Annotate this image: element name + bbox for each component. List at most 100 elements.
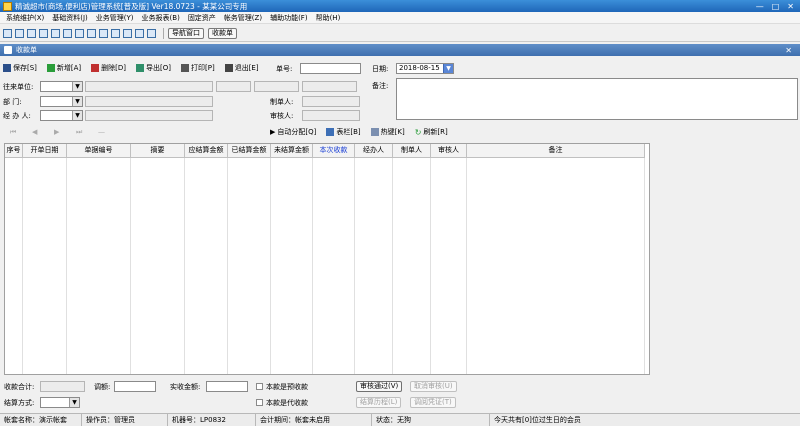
grid-header-6[interactable]: 未结算金额 xyxy=(271,144,313,158)
window-controls: — □ ✕ xyxy=(756,2,800,11)
reviewer-field xyxy=(302,110,360,121)
grid-header-8[interactable]: 经办人 xyxy=(355,144,393,158)
user-icon[interactable] xyxy=(63,28,72,38)
save-button[interactable]: 保存[S] xyxy=(3,63,37,73)
menu-reports[interactable]: 业务报表(B) xyxy=(138,13,184,23)
dropdown-icon[interactable]: ▼ xyxy=(443,64,453,73)
handler-select[interactable]: ▼ xyxy=(40,110,83,121)
grid-header-5[interactable]: 已结算金额 xyxy=(228,144,271,158)
maximize-button[interactable]: □ xyxy=(772,2,780,11)
partner-select[interactable]: ▼ xyxy=(40,81,83,92)
help-icon[interactable] xyxy=(135,28,144,38)
actual-input[interactable] xyxy=(206,381,248,392)
calc-icon[interactable] xyxy=(123,28,132,38)
receipt-button[interactable]: 收款单 xyxy=(208,27,237,39)
main-toolbar: 导航窗口 收款单 xyxy=(0,25,800,42)
menu-system[interactable]: 系统维护(X) xyxy=(2,13,48,23)
status-state: 状态：无狗 xyxy=(372,413,490,426)
dropdown-icon[interactable]: ▼ xyxy=(69,398,79,407)
grid-header-11[interactable]: 备注 xyxy=(467,144,645,158)
list-icon[interactable] xyxy=(27,28,36,38)
export-button[interactable]: 导出[O] xyxy=(136,63,171,73)
next-record-icon[interactable]: ▶ xyxy=(54,128,66,136)
exit-button[interactable]: 退出[E] xyxy=(224,63,259,73)
grid-header-4[interactable]: 应结算金额 xyxy=(185,144,228,158)
dropdown-icon[interactable]: ▼ xyxy=(72,82,82,91)
last-record-icon[interactable]: ⏭ xyxy=(76,128,88,137)
new-record-icon[interactable]: — xyxy=(98,128,110,136)
handler-label: 经 办 人: xyxy=(3,112,31,120)
menu-bar: 系统维护(X) 基础资料(J) 业务管理(Y) 业务报表(B) 固定资产 帐务管… xyxy=(0,12,800,24)
settle-select[interactable]: ▼ xyxy=(40,397,80,408)
prepay-label: 本款是预收款 xyxy=(266,383,308,391)
add-button[interactable]: 新增[A] xyxy=(46,63,81,73)
grid-header-3[interactable]: 摘要 xyxy=(131,144,185,158)
people-icon[interactable] xyxy=(75,28,84,38)
columns-button[interactable]: 表栏[B] xyxy=(326,127,361,137)
cart-icon[interactable] xyxy=(51,28,60,38)
dropdown-icon[interactable]: ▼ xyxy=(72,97,82,106)
reviewer-label: 审核人: xyxy=(270,112,294,120)
receipt-grid[interactable]: 序号 开单日期 单据编号 摘要 应结算金额 已结算金额 未结算金额 本次收款 经办人 制单人 审核人… xyxy=(4,143,650,375)
receipt-close-button[interactable]: ✕ xyxy=(785,46,800,55)
document-icon[interactable] xyxy=(39,28,48,38)
grid-header-9[interactable]: 制单人 xyxy=(393,144,431,158)
delete-icon xyxy=(91,64,100,72)
menu-basic-data[interactable]: 基础资料(J) xyxy=(48,13,92,23)
play-icon: ▶ xyxy=(270,128,276,136)
box-icon[interactable] xyxy=(99,28,108,38)
close-button[interactable]: ✕ xyxy=(787,2,794,11)
grid-header-2[interactable]: 单据编号 xyxy=(67,144,131,158)
record-nav-bar: ⏮ ◀ ▶ ⏭ — ▶ 自动分配[Q] 表栏[B] 热键[K] ↻ 刷新[R] xyxy=(0,125,800,139)
nav-window-button[interactable]: 导航窗口 xyxy=(168,27,204,39)
keyboard-icon xyxy=(370,128,379,136)
dropdown-icon[interactable]: ▼ xyxy=(72,111,82,120)
adjust-input[interactable] xyxy=(114,381,156,392)
date-label: 日期: xyxy=(372,65,389,73)
settle-history-button[interactable]: 结算历程(L) xyxy=(356,397,402,408)
grid-header-10[interactable]: 审核人 xyxy=(431,144,467,158)
adjust-voucher-button[interactable]: 调阅凭证(T) xyxy=(410,397,456,408)
partner-label: 往来单位: xyxy=(3,83,34,91)
grid-header-0[interactable]: 序号 xyxy=(5,144,23,158)
auto-allocate-button[interactable]: ▶ 自动分配[Q] xyxy=(270,127,316,137)
grid-header-1[interactable]: 开单日期 xyxy=(23,144,67,158)
menu-accounts[interactable]: 帐务管理(Z) xyxy=(220,13,266,23)
menu-fixed-assets[interactable]: 固定资产 xyxy=(184,13,220,23)
minimize-button[interactable]: — xyxy=(756,2,764,11)
printer-icon xyxy=(181,64,190,72)
status-machine: 机器号：LP0832 xyxy=(168,413,256,426)
grid-icon[interactable] xyxy=(3,28,12,38)
partner-extra-1 xyxy=(216,81,251,92)
prepay-checkbox[interactable] xyxy=(256,383,263,390)
refresh-button[interactable]: ↻ 刷新[R] xyxy=(415,127,448,137)
receipt-window-titlebar: 收款单 ✕ xyxy=(0,44,800,56)
first-record-icon[interactable]: ⏮ xyxy=(10,128,22,137)
grid-column-9 xyxy=(393,158,431,374)
grid-header-7[interactable]: 本次收款 xyxy=(313,144,355,158)
app-icon xyxy=(3,1,12,11)
date-picker[interactable]: 2018-08-15 ▼ xyxy=(396,63,454,74)
review-pass-button[interactable]: 审核通过(V) xyxy=(356,381,403,392)
prev-record-icon[interactable]: ◀ xyxy=(32,128,44,136)
folder-icon[interactable] xyxy=(87,28,96,38)
remark-input[interactable] xyxy=(396,78,798,120)
menu-help[interactable]: 帮助(H) xyxy=(312,13,345,23)
delete-button[interactable]: 删除[D] xyxy=(91,63,126,73)
maker-field xyxy=(302,96,360,107)
menu-business[interactable]: 业务管理(Y) xyxy=(92,13,138,23)
exit-icon[interactable] xyxy=(147,28,156,38)
cancel-review-button[interactable]: 取消审核(U) xyxy=(410,381,457,392)
window-icon[interactable] xyxy=(15,28,24,38)
proxy-checkbox[interactable] xyxy=(256,399,263,406)
doc-no-input[interactable] xyxy=(300,63,361,74)
save-icon[interactable] xyxy=(111,28,120,38)
dept-name-field xyxy=(85,96,213,107)
print-button[interactable]: 打印[P] xyxy=(181,63,215,73)
hotkeys-button[interactable]: 热键[K] xyxy=(370,127,405,137)
dept-select[interactable]: ▼ xyxy=(40,96,83,107)
status-period: 会计期间：帐套未启用 xyxy=(256,413,372,426)
total-label: 收款合计: xyxy=(4,383,35,391)
menu-tools[interactable]: 辅助功能(F) xyxy=(266,13,312,23)
toolbar-separator xyxy=(163,27,164,39)
